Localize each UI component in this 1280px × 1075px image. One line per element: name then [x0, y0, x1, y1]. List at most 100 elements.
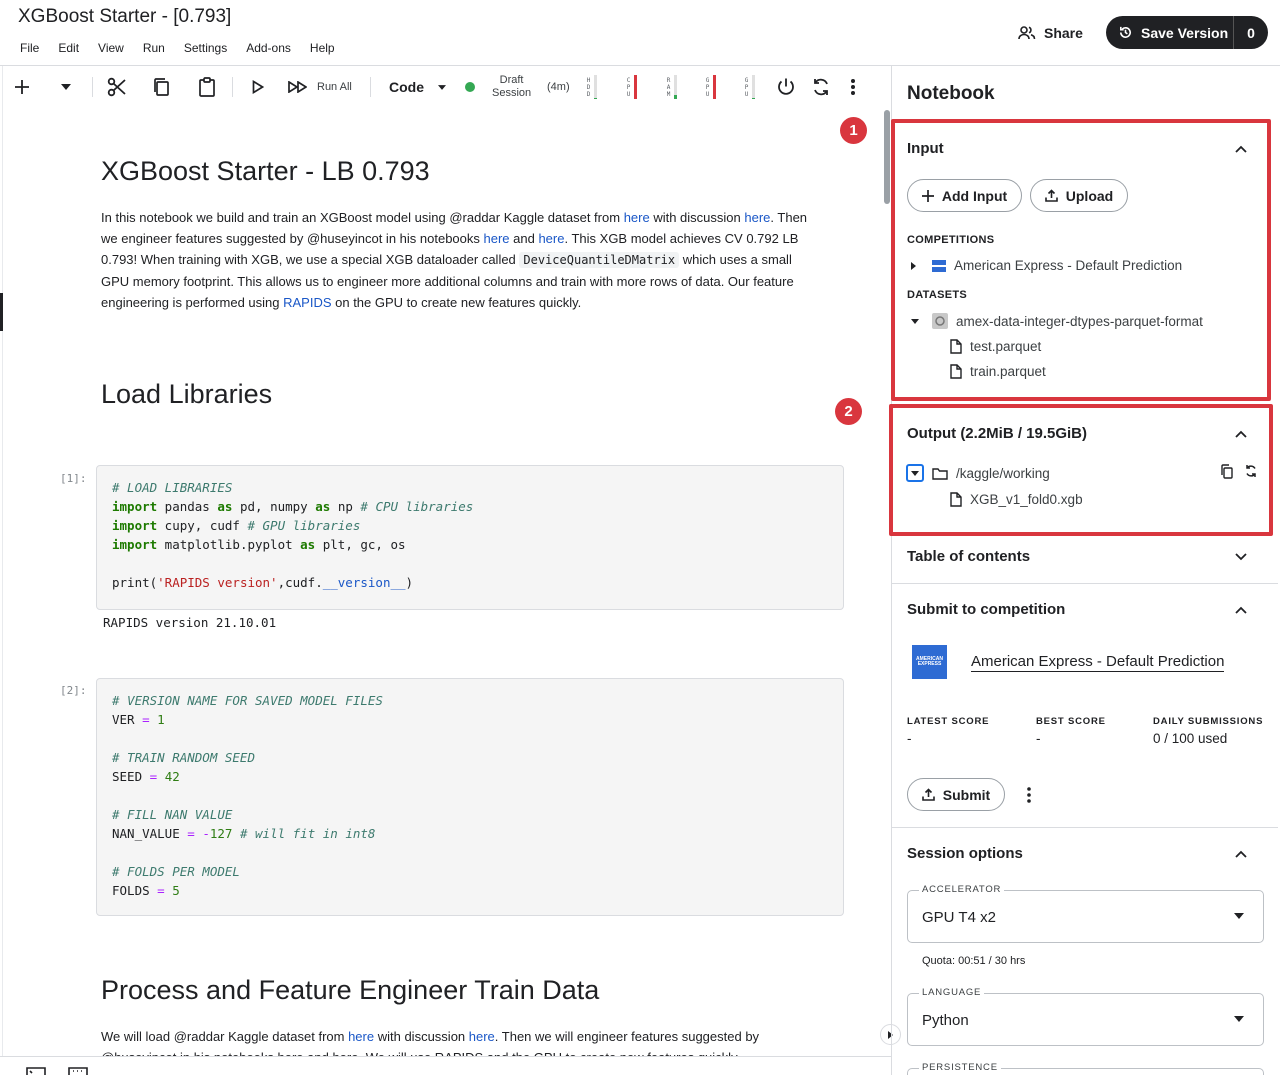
terminal-icon[interactable]	[26, 1067, 46, 1075]
code-cell-1[interactable]: # LOAD LIBRARIES import pandas as pd, nu…	[96, 465, 844, 610]
submit-button[interactable]: Submit	[907, 778, 1005, 811]
refresh-icon	[811, 77, 831, 97]
caret-down-icon	[1234, 913, 1244, 923]
annotation-badge-2: 2	[835, 398, 862, 425]
run-all-label: Run All	[317, 81, 352, 93]
session-line1: Draft	[499, 74, 524, 86]
language-value: Python	[922, 1012, 969, 1029]
chevron-up-icon[interactable]	[1234, 847, 1248, 861]
toc-section-title[interactable]: Table of contents	[907, 548, 1030, 565]
save-version-label: Save Version	[1141, 24, 1229, 41]
session-options-title[interactable]: Session options	[907, 845, 1023, 862]
submit-label: Submit	[942, 786, 991, 803]
more-vertical-icon	[850, 78, 856, 96]
power-icon	[776, 77, 796, 97]
paste-button[interactable]	[198, 66, 216, 108]
add-cell-button[interactable]	[14, 66, 30, 108]
run-all-button[interactable]: Run All	[288, 66, 352, 108]
amex-logo-icon: AMERICAN EXPRESS	[912, 645, 947, 679]
accelerator-value: GPU T4 x2	[922, 909, 996, 926]
link-here[interactable]: here	[744, 210, 770, 225]
caret-down-icon	[1234, 1016, 1244, 1026]
caret-down-icon	[438, 84, 446, 90]
quota-text: Quota: 00:51 / 30 hrs	[922, 955, 1026, 967]
latest-score-value: -	[907, 731, 912, 746]
cell-prompt-2: [2]:	[60, 684, 87, 697]
session-time: (4m)	[547, 81, 570, 93]
heading-load-libraries: Load Libraries	[101, 379, 273, 409]
heading-process-train-data: Process and Feature Engineer Train Data	[101, 975, 600, 1005]
gpu-meter-1: GPU	[705, 74, 716, 100]
menu-run[interactable]: Run	[143, 41, 165, 55]
session-line2: Session	[492, 87, 532, 99]
more-options-button[interactable]	[850, 66, 856, 108]
best-score-label: BEST SCORE	[1036, 716, 1106, 727]
plus-icon	[14, 79, 30, 95]
cpu-meter: CPU	[626, 74, 637, 100]
notebook-toolbar: Run All Code Draft Session (4m) HDD CPU …	[0, 66, 880, 108]
bottom-bar	[0, 1056, 891, 1075]
session-status-indicator	[465, 66, 475, 108]
people-icon	[1018, 26, 1036, 40]
cut-button[interactable]	[107, 66, 127, 108]
fast-forward-icon	[288, 81, 307, 93]
caret-down-icon	[61, 84, 71, 90]
link-here[interactable]: here	[538, 231, 564, 246]
best-score-value: -	[1036, 731, 1041, 746]
ram-meter: RAM	[666, 74, 677, 100]
menu-edit[interactable]: Edit	[58, 41, 79, 55]
upload-icon	[921, 788, 935, 801]
version-count: 0	[1247, 24, 1255, 41]
notebook-content: XGBoost Starter - LB 0.793 In this noteb…	[0, 108, 880, 1056]
share-label: Share	[1044, 25, 1083, 41]
menu-view[interactable]: View	[98, 41, 124, 55]
save-history-icon	[1118, 25, 1133, 40]
submit-section-title[interactable]: Submit to competition	[907, 601, 1065, 618]
link-here[interactable]: here	[624, 210, 650, 225]
highlight-box-input	[891, 119, 1271, 401]
status-dot-icon	[465, 82, 475, 92]
language-label: LANGUAGE	[919, 987, 985, 998]
scrollbar-thumb[interactable]	[884, 110, 890, 204]
persistence-label: PERSISTENCE	[919, 1062, 1001, 1073]
draft-session-button[interactable]: Draft Session	[492, 66, 531, 108]
copy-button[interactable]	[152, 66, 170, 108]
hdd-meter: HDD	[586, 74, 597, 100]
clipboard-icon	[198, 77, 216, 97]
save-version-button[interactable]: Save Version 0	[1106, 16, 1268, 49]
menu-settings[interactable]: Settings	[184, 41, 227, 55]
inline-code: DeviceQuantileDMatrix	[519, 252, 680, 268]
add-cell-dropdown[interactable]	[61, 66, 71, 108]
chevron-down-icon[interactable]	[1234, 550, 1248, 564]
play-icon	[252, 80, 264, 94]
scissors-icon	[107, 77, 127, 97]
restart-button[interactable]	[811, 66, 831, 108]
menu-file[interactable]: File	[20, 41, 39, 55]
cell-prompt-1: [1]:	[60, 472, 87, 485]
code-cell-2[interactable]: # VERSION NAME FOR SAVED MODEL FILES VER…	[96, 678, 844, 916]
cell-output-1: RAPIDS version 21.10.01	[103, 615, 277, 630]
keyboard-icon[interactable]	[68, 1067, 88, 1075]
share-button[interactable]: Share	[1018, 22, 1083, 44]
latest-score-label: LATEST SCORE	[907, 716, 990, 727]
link-here[interactable]: here	[469, 1029, 495, 1044]
competition-link[interactable]: American Express - Default Prediction	[971, 653, 1225, 672]
heading-title: XGBoost Starter - LB 0.793	[101, 156, 430, 186]
menu-help[interactable]: Help	[310, 41, 335, 55]
run-cell-button[interactable]	[252, 66, 264, 108]
power-button[interactable]	[776, 66, 796, 108]
highlight-box-output	[889, 404, 1273, 536]
intro-paragraph: In this notebook we build and train an X…	[101, 210, 808, 310]
link-rapids[interactable]: RAPIDS	[283, 295, 331, 310]
link-here[interactable]: here	[484, 231, 510, 246]
cell-type-select[interactable]: Code	[389, 66, 446, 108]
notebook-title[interactable]: XGBoost Starter - [0.793]	[18, 6, 231, 28]
chevron-up-icon[interactable]	[1234, 603, 1248, 617]
gpu-meter-2: GPU	[744, 74, 755, 100]
menu-bar: File Edit View Run Settings Add-ons Help	[20, 41, 354, 55]
link-here[interactable]: here	[348, 1029, 374, 1044]
process-paragraph: We will load @raddar Kaggle dataset from…	[101, 1029, 760, 1056]
more-vertical-icon[interactable]	[1026, 787, 1032, 803]
menu-add-ons[interactable]: Add-ons	[246, 41, 291, 55]
daily-submissions-value: 0 / 100 used	[1153, 731, 1228, 746]
